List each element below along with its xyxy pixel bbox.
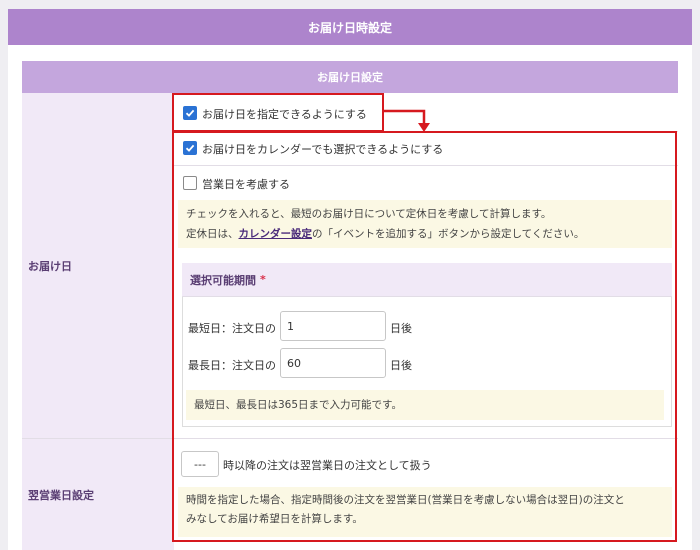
label-delivery-date: お届け日 [22, 93, 174, 438]
highlight-box [172, 131, 677, 542]
highlight-box [172, 93, 384, 132]
section-header: お届け日設定 [22, 61, 678, 93]
arrow-icon [382, 109, 430, 132]
outer-header: お届け日時設定 [8, 9, 692, 45]
label-next-business-day: 翌営業日設定 [22, 439, 174, 550]
